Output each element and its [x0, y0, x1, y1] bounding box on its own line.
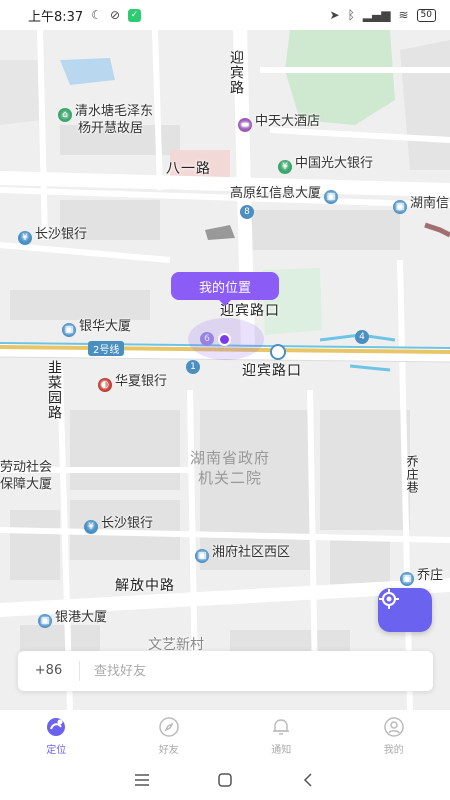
- home-button[interactable]: [210, 765, 240, 795]
- tab-notifications-label: 通知: [271, 744, 292, 756]
- poi-changsha-bank-south-label: 长沙银行: [101, 516, 154, 531]
- building-icon: ▣: [400, 572, 414, 586]
- my-position-bubble[interactable]: 我的位置: [171, 272, 279, 306]
- navigation-arrow-icon: ➤: [329, 8, 340, 22]
- building-icon: ▣: [393, 200, 407, 214]
- system-nav-bar: [0, 760, 450, 800]
- district-line2: 机关二院: [198, 469, 263, 487]
- road-label-yingbin: 迎宾路: [228, 50, 244, 95]
- back-button[interactable]: [293, 765, 323, 795]
- bluetooth-icon: ᛒ: [347, 8, 355, 22]
- app-notification-icon: ✓: [128, 8, 142, 22]
- friend-search-input[interactable]: [80, 663, 433, 679]
- status-time: 上午8:37: [28, 9, 84, 25]
- poi-hunan-partial[interactable]: ▣ 湖南信: [393, 192, 449, 214]
- building-icon: ▣: [38, 614, 52, 628]
- compass-icon: [159, 716, 179, 737]
- tab-friends[interactable]: 好友: [113, 710, 226, 760]
- tab-profile-label: 我的: [383, 744, 404, 756]
- tab-location-label: 定位: [46, 744, 67, 756]
- friend-search-bar: +86: [18, 651, 433, 691]
- poi-huaxia-bank-label: 华夏银行: [115, 374, 168, 389]
- district-label: 湖南省政府 机关二院: [190, 448, 270, 488]
- road-label-yingbin-intersection-south: 迎宾路口: [242, 363, 302, 379]
- wifi-icon: ≋: [398, 8, 409, 22]
- poi-changsha-bank-north-label: 长沙银行: [35, 227, 88, 242]
- road-label-qiaozhuang: 乔庄巷: [405, 455, 419, 494]
- bottom-tab-bar: 定位 好友 通知 我的: [0, 710, 450, 760]
- home-icon: [218, 773, 232, 787]
- profile-icon: [384, 716, 404, 737]
- metro-line-badge: 2号线: [88, 341, 125, 356]
- poi-changsha-bank-south[interactable]: ¥ 长沙银行: [84, 512, 153, 534]
- status-bar: 上午8:37 ☾ ⊘ ✓ ➤ ᛒ ▂▄▆ ≋ 50: [0, 0, 450, 30]
- route-badge-8: 8: [240, 205, 254, 219]
- route-badge-4: 4: [355, 330, 369, 344]
- locate-target-icon: [379, 589, 399, 609]
- tab-profile[interactable]: 我的: [338, 710, 450, 760]
- status-right: ➤ ᛒ ▂▄▆ ≋ 50: [330, 8, 436, 22]
- poi-gaoyuanhong-building[interactable]: 高原红信息大厦 ▣: [230, 182, 341, 204]
- road-label-beicai: 韭菜园路: [46, 360, 62, 420]
- bank-icon: ¥: [18, 231, 32, 245]
- tab-notifications[interactable]: 通知: [225, 710, 338, 760]
- poi-hunan-partial-label: 湖南信: [410, 196, 450, 211]
- route-badge-1: 1: [186, 360, 200, 374]
- poi-gaoyuanhong-label: 高原红信息大厦: [230, 186, 322, 201]
- moon-icon: ☾: [91, 8, 102, 22]
- building-icon: ▣: [195, 549, 209, 563]
- location-icon: [47, 717, 66, 736]
- poi-huaxia-bank[interactable]: ◐ 华夏银行: [98, 370, 167, 392]
- menu-button[interactable]: [127, 765, 157, 795]
- signal-icon: ▂▄▆: [362, 8, 391, 22]
- map-view[interactable]: 迎宾路 八一路 迎宾路口 迎宾路口 解放中路 韭菜园路 乔庄巷 ⌂ 清水塘毛泽东 …: [0, 30, 450, 710]
- road-label-bayi: 八一路: [166, 161, 211, 177]
- poi-labor-line2: 保障大厦: [0, 477, 53, 492]
- poi-everbright-bank[interactable]: ¥ 中国光大银行: [278, 152, 373, 174]
- my-position-marker[interactable]: [218, 333, 231, 346]
- bank-icon: ¥: [278, 160, 292, 174]
- poi-zhongtian-hotel[interactable]: ▬ 中天大酒店: [238, 110, 320, 132]
- bank-logo-icon: ◐: [98, 378, 112, 392]
- poi-changsha-bank-north[interactable]: ¥ 长沙银行: [18, 223, 87, 245]
- metro-station-icon: [270, 344, 286, 360]
- poi-yinhua-building[interactable]: ▣ 银华大厦: [62, 315, 131, 337]
- tab-location[interactable]: 定位: [0, 710, 113, 760]
- country-code-selector[interactable]: +86: [18, 661, 80, 681]
- battery-icon: 50: [416, 8, 436, 22]
- app-root: 上午8:37 ☾ ⊘ ✓ ➤ ᛒ ▂▄▆ ≋ 50 迎宾路 八一路 迎宾路口 迎…: [0, 0, 450, 800]
- district-line1: 湖南省政府: [190, 449, 271, 467]
- eye-off-icon: ⊘: [109, 8, 121, 22]
- poi-xiangfu-label: 湘府社区西区: [212, 545, 291, 560]
- bell-icon: [273, 718, 290, 735]
- building-icon: ▣: [324, 190, 339, 204]
- poi-yinhua-label: 银华大厦: [79, 319, 132, 334]
- poi-qiaozhuang-partial[interactable]: ▣ 乔庄: [400, 564, 443, 586]
- poi-everbright-bank-label: 中国光大银行: [295, 156, 374, 171]
- tab-friends-label: 好友: [158, 744, 179, 756]
- poi-mao-residence-line2-label: 杨开慧故居: [78, 121, 144, 136]
- locate-me-button[interactable]: [378, 588, 432, 632]
- poi-qiaozhuang-label: 乔庄: [417, 568, 444, 583]
- poi-xiangfu-community[interactable]: ▣ 湘府社区西区: [195, 541, 290, 563]
- menu-icon: [134, 774, 149, 786]
- hotel-icon: ▬: [238, 118, 252, 132]
- poi-zhongtian-hotel-label: 中天大酒店: [255, 114, 321, 129]
- back-icon: [304, 773, 312, 787]
- road-label-jiefang: 解放中路: [115, 578, 175, 594]
- bank-icon: ¥: [84, 520, 98, 534]
- landmark-icon: ⌂: [58, 108, 72, 122]
- poi-yingang-label: 银港大厦: [55, 610, 108, 625]
- poi-yingang-building[interactable]: ▣ 银港大厦: [38, 606, 107, 628]
- building-icon: ▣: [62, 323, 76, 337]
- status-left: 上午8:37 ☾ ⊘ ✓: [28, 6, 142, 25]
